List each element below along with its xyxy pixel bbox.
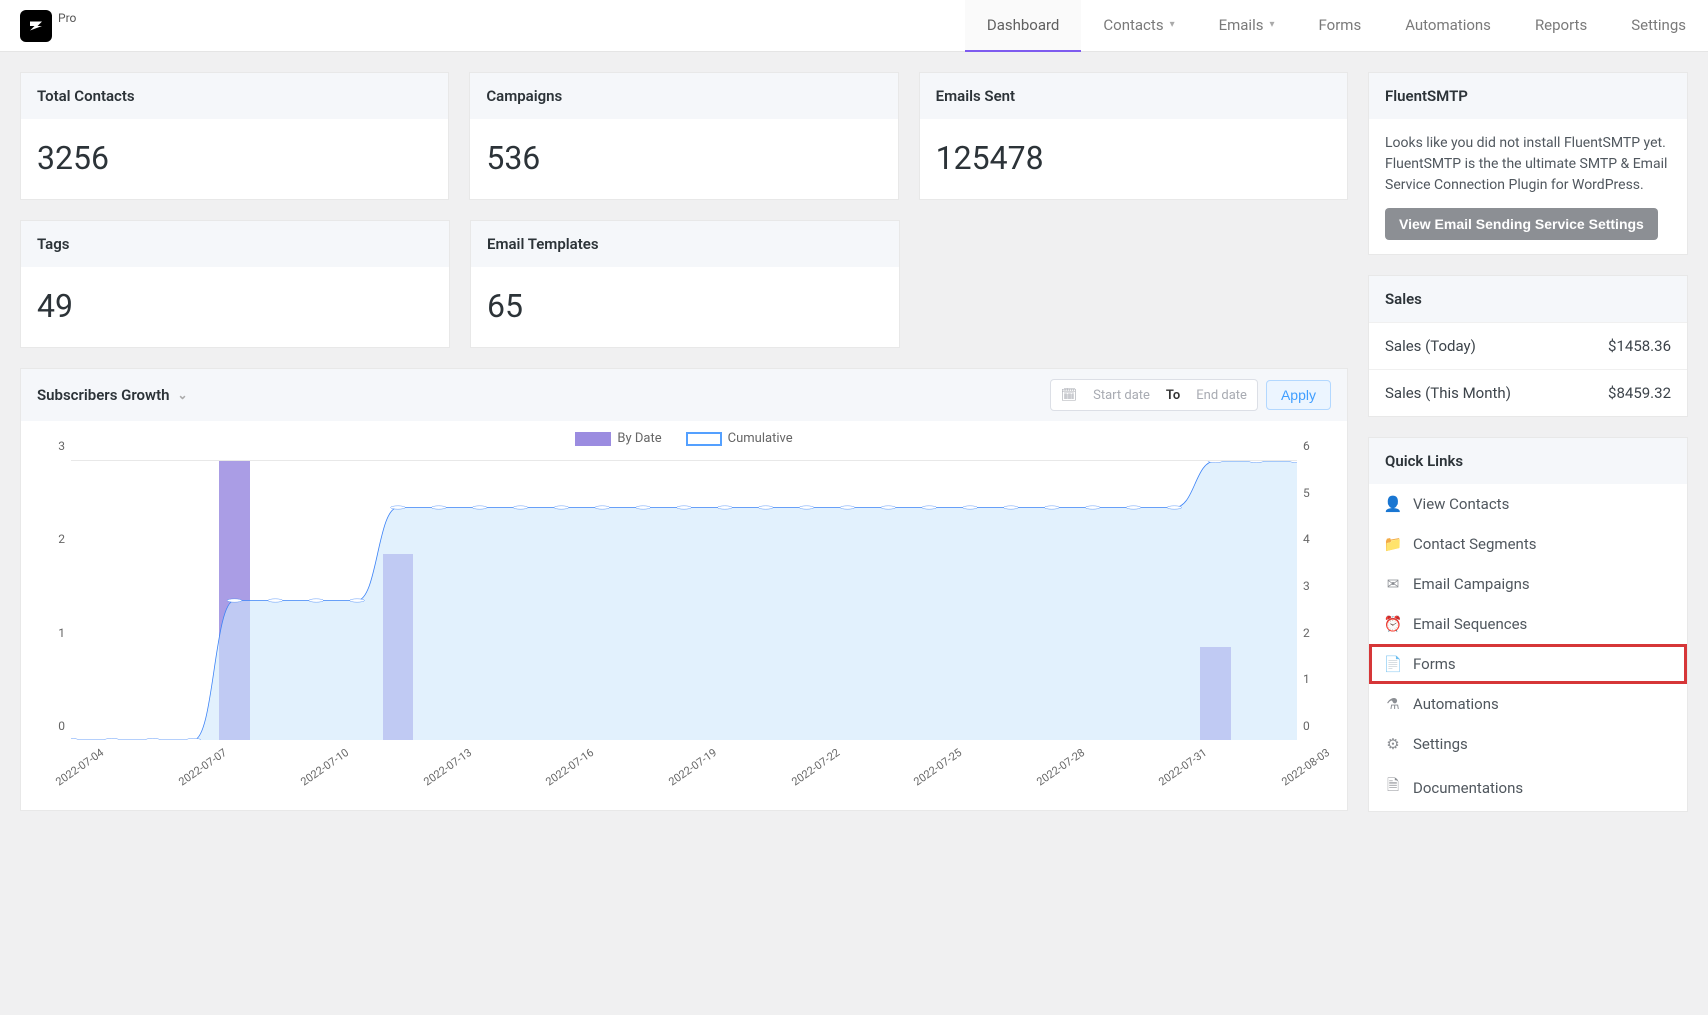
sales-today-value: $1458.36 <box>1608 337 1671 355</box>
brand-logo-icon <box>20 10 52 42</box>
nav-automations[interactable]: Automations <box>1383 0 1513 52</box>
topbar: Pro Dashboard Contacts▾ Emails▾ Forms Au… <box>0 0 1708 52</box>
chevron-down-icon: ▾ <box>1170 19 1175 30</box>
panel-title: FluentSMTP <box>1369 73 1687 119</box>
stat-total-contacts: Total Contacts 3256 <box>20 72 449 200</box>
ql-contact-segments[interactable]: 📁Contact Segments <box>1369 524 1687 564</box>
main-nav: Dashboard Contacts▾ Emails▾ Forms Automa… <box>965 0 1708 52</box>
gear-icon: ⚙ <box>1385 735 1401 753</box>
sales-month-value: $8459.32 <box>1608 384 1671 402</box>
ql-view-contacts[interactable]: 👤View Contacts <box>1369 484 1687 524</box>
stat-emails-sent: Emails Sent 125478 <box>919 72 1348 200</box>
calendar-icon: 🗓 <box>1061 388 1078 403</box>
ql-email-sequences[interactable]: ⏰Email Sequences <box>1369 604 1687 644</box>
sales-month-row: Sales (This Month) $8459.32 <box>1369 369 1687 416</box>
stat-value: 125478 <box>920 119 1347 199</box>
nav-dashboard[interactable]: Dashboard <box>965 0 1082 52</box>
brand: Pro <box>0 10 96 42</box>
ql-documentations[interactable]: 🗎Documentations <box>1369 764 1687 811</box>
nav-contacts[interactable]: Contacts▾ <box>1081 0 1196 52</box>
stat-value: 536 <box>470 119 897 199</box>
sales-card: Sales Sales (Today) $1458.36 Sales (This… <box>1368 275 1688 417</box>
stat-value: 65 <box>471 267 899 347</box>
date-range-picker[interactable]: 🗓 Start date To End date <box>1050 379 1258 411</box>
nav-forms[interactable]: Forms <box>1297 0 1384 52</box>
user-icon: 👤 <box>1385 495 1401 513</box>
legend-cumulative[interactable]: Cumulative <box>686 431 793 446</box>
fluentsmtp-text: Looks like you did not install FluentSMT… <box>1385 133 1671 196</box>
ql-email-campaigns[interactable]: ✉Email Campaigns <box>1369 564 1687 604</box>
ql-automations[interactable]: ⚗Automations <box>1369 684 1687 724</box>
nav-settings[interactable]: Settings <box>1609 0 1708 52</box>
apply-button[interactable]: Apply <box>1266 380 1331 410</box>
stat-tags: Tags 49 <box>20 220 450 348</box>
filter-icon: ⚗ <box>1385 695 1401 713</box>
nav-reports[interactable]: Reports <box>1513 0 1609 52</box>
folder-icon: 📁 <box>1385 535 1401 553</box>
view-smtp-settings-button[interactable]: View Email Sending Service Settings <box>1385 208 1658 240</box>
stat-email-templates: Email Templates 65 <box>470 220 900 348</box>
brand-pro-badge: Pro <box>58 11 76 25</box>
quick-links-card: Quick Links 👤View Contacts 📁Contact Segm… <box>1368 437 1688 812</box>
stat-value: 49 <box>21 267 449 347</box>
fluentsmtp-card: FluentSMTP Looks like you did not instal… <box>1368 72 1688 255</box>
stat-label: Emails Sent <box>920 73 1347 119</box>
ql-forms[interactable]: 📄Forms <box>1369 644 1687 684</box>
stat-label: Total Contacts <box>21 73 448 119</box>
document-icon: 🗎 <box>1385 775 1401 800</box>
stat-label: Campaigns <box>470 73 897 119</box>
stat-campaigns: Campaigns 536 <box>469 72 898 200</box>
clock-icon: ⏰ <box>1385 615 1401 633</box>
legend-bydate[interactable]: By Date <box>575 431 661 446</box>
stat-label: Email Templates <box>471 221 899 267</box>
chevron-down-icon: ⌄ <box>178 388 188 402</box>
chevron-down-icon: ▾ <box>1269 19 1274 30</box>
panel-title: Quick Links <box>1369 438 1687 484</box>
stat-label: Tags <box>21 221 449 267</box>
stat-value: 3256 <box>21 119 448 199</box>
chart-type-dropdown[interactable]: Subscribers Growth ⌄ <box>37 386 188 404</box>
sales-today-row: Sales (Today) $1458.36 <box>1369 322 1687 369</box>
envelope-icon: ✉ <box>1385 575 1401 593</box>
form-icon: 📄 <box>1385 655 1401 673</box>
chart-legend: By Date Cumulative <box>21 421 1347 450</box>
end-date-placeholder: End date <box>1196 388 1247 403</box>
nav-emails[interactable]: Emails▾ <box>1197 0 1297 52</box>
subscribers-growth-chart: Subscribers Growth ⌄ 🗓 Start date To End… <box>20 368 1348 811</box>
ql-settings[interactable]: ⚙Settings <box>1369 724 1687 764</box>
start-date-placeholder: Start date <box>1093 388 1150 403</box>
panel-title: Sales <box>1369 276 1687 322</box>
